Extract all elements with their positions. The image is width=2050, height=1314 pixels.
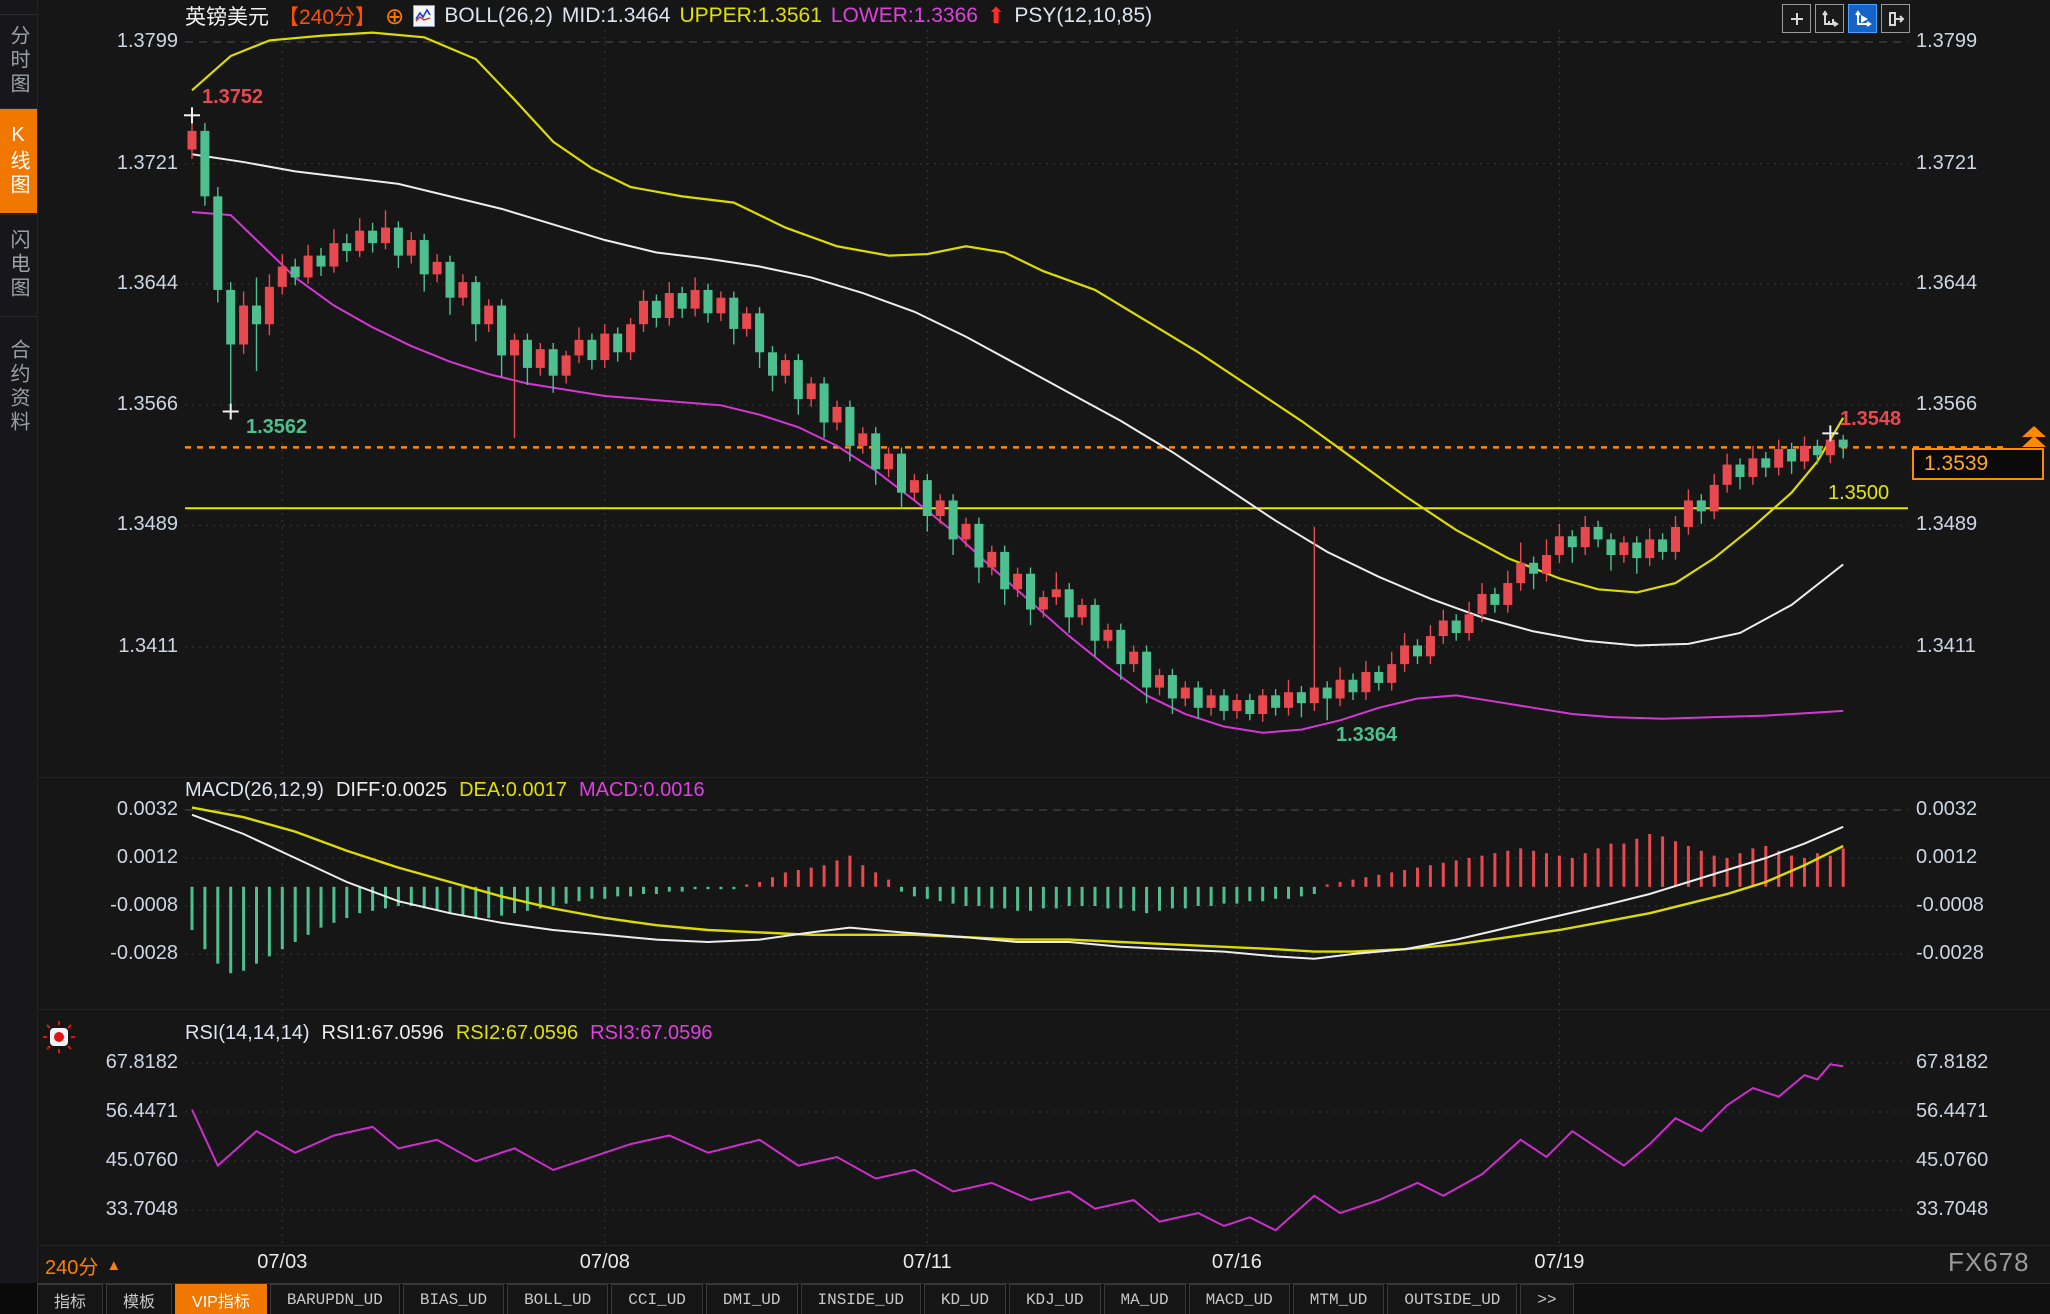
toolbar-tab-outside_ud[interactable]: OUTSIDE_UD [1387, 1284, 1517, 1314]
macd-macd-value: MACD:0.0016 [579, 779, 705, 802]
indicator-toolbar: 指标模板VIP指标BARUPDN_UDBIAS_UDBOLL_UDCCI_UDD… [37, 1283, 2050, 1314]
boll-label: BOLL(26,2) [444, 4, 553, 28]
toolbar-tab-dmi_ud[interactable]: DMI_UD [706, 1284, 798, 1314]
macd-axis-left: -0.0008 [37, 894, 178, 917]
recent-high-label: 1.3548 [1840, 408, 1901, 431]
price-axis-left: 1.3566 [37, 393, 178, 416]
rsi2-value: RSI2:67.0596 [456, 1022, 578, 1045]
boll-mid-value: MID:1.3464 [562, 4, 671, 28]
bottom-low-label: 1.3364 [1336, 724, 1397, 747]
rsi1-value: RSI1:67.0596 [322, 1022, 444, 1045]
sidebar-chart-modes: 分时图K线图闪电图合约资料 [0, 0, 38, 1314]
toolbar-tab-mtm_ud[interactable]: MTM_UD [1293, 1284, 1385, 1314]
price-axis-right: 1.3489 [1916, 513, 2046, 536]
period-indicator[interactable]: 240分 ▲ [45, 1251, 121, 1280]
price-axis-left: 1.3489 [37, 513, 178, 536]
toolbar-tab-inside_ud[interactable]: INSIDE_UD [801, 1284, 921, 1314]
panel-separator [37, 1245, 2050, 1246]
rsi-name: RSI(14,14,14) [185, 1022, 310, 1045]
sidebar-corner [0, 1283, 37, 1314]
price-axis-right: 1.3799 [1916, 30, 2046, 53]
watermark: FX678 [1948, 1247, 2030, 1278]
trading-app-window: 分时图K线图闪电图合约资料 英镑美元 【240分】 ⊕ BOLL(26,2) M… [0, 0, 2050, 1314]
macd-header: MACD(26,12,9) DIFF:0.0025 DEA:0.0017 MAC… [185, 779, 705, 802]
toolbar-tab-boll_ud[interactable]: BOLL_UD [507, 1284, 608, 1314]
support-price-label: 1.3500 [1828, 482, 1889, 505]
boll-upper-value: UPPER:1.3561 [679, 4, 821, 28]
sidebar-item-1[interactable]: K线图 [0, 108, 37, 213]
psy-label: PSY(12,10,85) [1014, 4, 1152, 28]
toolbar-tab-cci_ud[interactable]: CCI_UD [611, 1284, 703, 1314]
date-label: 07/16 [1182, 1251, 1292, 1274]
date-label: 07/08 [550, 1251, 660, 1274]
macd-axis-right: -0.0008 [1916, 894, 2046, 917]
rsi-axis-right: 45.0760 [1916, 1149, 2046, 1172]
price-axis-left: 1.3721 [37, 152, 178, 175]
panel-separator [37, 1009, 2050, 1010]
macd-axis-left: -0.0028 [37, 942, 178, 965]
price-axis-right: 1.3411 [1916, 635, 2046, 658]
date-label: 07/03 [227, 1251, 337, 1274]
price-axis-right: 1.3566 [1916, 393, 2046, 416]
rsi-axis-left: 33.7048 [37, 1198, 178, 1221]
toolbar-tab-kd_ud[interactable]: KD_UD [924, 1284, 1006, 1314]
rsi-axis-right: 33.7048 [1916, 1198, 2046, 1221]
toolbar-tab-[interactable]: >> [1520, 1284, 1573, 1314]
rsi-axis-left: 45.0760 [37, 1149, 178, 1172]
rsi-axis-left: 56.4471 [37, 1100, 178, 1123]
red-up-arrow-icon: ⬆ [987, 3, 1005, 29]
up-triangle-icon: ▲ [106, 1257, 121, 1274]
last-price-tag: 1.3539 [1912, 448, 2044, 480]
price-axis-left: 1.3799 [37, 30, 178, 53]
date-label: 07/11 [872, 1251, 982, 1274]
axis-scale-icon[interactable] [1815, 4, 1844, 33]
chart-toolbar-buttons [1782, 4, 1910, 33]
price-axis-right: 1.3644 [1916, 272, 2046, 295]
sidebar-item-2[interactable]: 闪电图 [0, 214, 37, 315]
macd-axis-left: 0.0032 [37, 798, 178, 821]
macd-diff-value: DIFF:0.0025 [336, 779, 447, 802]
toolbar-tab-ma_ud[interactable]: MA_UD [1104, 1284, 1186, 1314]
period-badge[interactable]: 【240分】 [278, 1, 376, 31]
macd-name: MACD(26,12,9) [185, 779, 324, 802]
toolbar-tab-bias_ud[interactable]: BIAS_UD [403, 1284, 504, 1314]
rsi-header: RSI(14,14,14) RSI1:67.0596 RSI2:67.0596 … [185, 1022, 713, 1045]
rsi-axis-right: 67.8182 [1916, 1051, 2046, 1074]
panel-separator [37, 777, 2050, 778]
toolbar-tab-[interactable]: 模板 [106, 1284, 172, 1314]
rsi3-value: RSI3:67.0596 [590, 1022, 712, 1045]
macd-axis-right: -0.0028 [1916, 942, 2046, 965]
symbol-title: 英镑美元 [185, 1, 269, 31]
chart-canvas[interactable] [0, 0, 2050, 1314]
line-chart-icon[interactable] [413, 5, 435, 27]
price-axis-left: 1.3411 [37, 635, 178, 658]
toolbar-tab-kdj_ud[interactable]: KDJ_UD [1009, 1284, 1101, 1314]
sidebar-item-0[interactable]: 分时图 [0, 14, 37, 107]
toolbar-tab-macd_ud[interactable]: MACD_UD [1189, 1284, 1290, 1314]
price-axis-left: 1.3644 [37, 272, 178, 295]
macd-axis-right: 0.0032 [1916, 798, 2046, 821]
rsi-axis-left: 67.8182 [37, 1051, 178, 1074]
date-label: 07/19 [1504, 1251, 1614, 1274]
pan-icon[interactable] [1782, 4, 1811, 33]
auto-scroll-icon[interactable] [1848, 4, 1877, 33]
macd-dea-value: DEA:0.0017 [459, 779, 567, 802]
sidebar-item-3[interactable]: 合约资料 [0, 316, 37, 457]
toolbar-tab-[interactable]: 指标 [37, 1284, 103, 1314]
price-axis-right: 1.3721 [1916, 152, 2046, 175]
boll-lower-value: LOWER:1.3366 [831, 4, 978, 28]
toolbar-tab-vip[interactable]: VIP指标 [175, 1284, 267, 1314]
circle-plus-icon[interactable]: ⊕ [385, 6, 404, 26]
chart-header: 英镑美元 【240分】 ⊕ BOLL(26,2) MID:1.3464 UPPE… [185, 2, 1152, 30]
rsi-axis-right: 56.4471 [1916, 1100, 2046, 1123]
period-text: 240分 [45, 1251, 98, 1280]
macd-axis-left: 0.0012 [37, 846, 178, 869]
axis-shift-icon[interactable] [1881, 4, 1910, 33]
swing-low-label: 1.3562 [246, 416, 307, 439]
toolbar-tab-barupdn_ud[interactable]: BARUPDN_UD [270, 1284, 400, 1314]
macd-axis-right: 0.0012 [1916, 846, 2046, 869]
swing-high-label: 1.3752 [202, 86, 263, 109]
